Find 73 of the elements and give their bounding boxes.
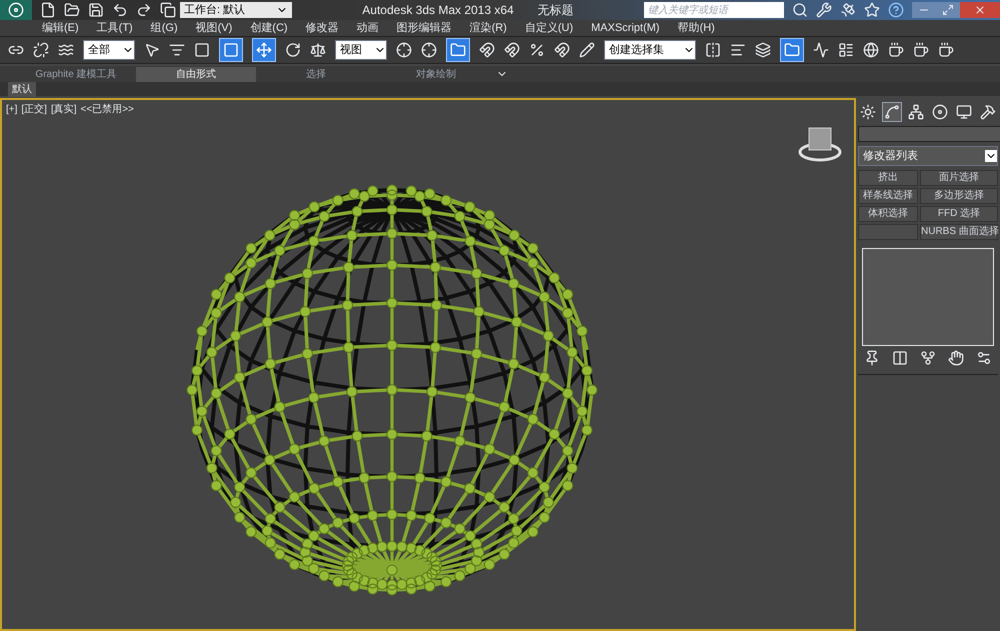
ribbon-panel-tab[interactable]: 默认 [8,82,36,96]
selection-filter-dropdown[interactable]: 全部 [83,40,135,60]
app-logo-icon[interactable] [0,0,32,20]
menu-item[interactable]: 视图(V) [196,20,232,36]
modifier-button[interactable]: 多边形选择 [920,188,998,204]
menu-item[interactable]: 修改器 [306,20,339,36]
window-title: Autodesk 3ds Max 2013 x64 [362,2,514,19]
rectangle-selection-icon[interactable] [194,42,210,58]
modifier-button[interactable]: 面片选择 [920,170,998,186]
waves-icon[interactable] [58,42,74,58]
ribbon-tab[interactable]: 对象绘制 [376,66,496,82]
ribbon-tab[interactable]: 自由形式 [136,66,256,82]
pin-icon[interactable] [864,350,880,366]
copy-icon[interactable] [160,2,176,18]
unlink-icon[interactable] [33,42,49,58]
star-icon[interactable] [864,2,880,18]
viewport-label[interactable]: [真实] [50,102,77,117]
move-icon[interactable] [252,38,276,62]
menu-item[interactable]: 编辑(E) [42,20,79,36]
folder-icon[interactable] [64,2,80,18]
modifier-stack-list[interactable] [862,248,994,346]
configure-icon[interactable] [976,350,992,366]
command-panel-tab[interactable] [906,102,926,122]
layers-icon[interactable] [755,42,771,58]
menu-item[interactable]: 工具(T) [96,20,133,36]
reference-coordinate-dropdown[interactable]: 视图 [335,40,387,60]
command-panel-tab[interactable] [930,102,950,122]
undo-icon[interactable] [112,2,128,18]
menu-item[interactable]: 动画 [356,20,379,36]
command-panel-tab[interactable] [858,102,878,122]
search-field[interactable]: 键入关键字或短语 [644,2,784,18]
snap-icon[interactable] [479,42,495,58]
viewport-label[interactable]: [+] [6,102,18,117]
workspace-dropdown[interactable]: 工作台: 默认 [180,2,292,18]
viewport-label[interactable]: <<已禁用>> [80,102,134,117]
menu-item[interactable]: 创建(C) [250,20,288,36]
wrench-icon[interactable] [816,2,832,18]
satellite-icon[interactable] [840,2,856,18]
named-selection-dropdown[interactable]: 创建选择集 [604,40,696,60]
viewport-label[interactable]: [正交] [21,102,47,117]
mirror-icon[interactable] [705,42,721,58]
viewcube-icon[interactable] [798,128,842,162]
menu-item[interactable]: 渲染(R) [470,20,507,36]
modifier-button[interactable]: 挤出 [858,170,918,186]
menu-item[interactable]: 组(G) [150,20,178,36]
document-title: 无标题 [538,2,574,19]
menu-item[interactable]: MAXScript(M) [591,20,660,36]
menu-item[interactable]: 自定义(U) [524,20,574,36]
modifier-button[interactable]: FFD 选择 [920,206,998,222]
modifier-list-dropdown[interactable]: 修改器列表 [858,146,998,166]
rotate-icon[interactable] [285,42,301,58]
command-panel-tab[interactable] [882,102,902,122]
angle-snap-icon[interactable] [504,42,520,58]
maximize-button[interactable] [936,2,960,18]
select-object-icon[interactable] [144,42,160,58]
ribbon-tab[interactable]: Graphite 建模工具 [16,66,136,82]
modifier-button[interactable]: 样条线选择 [858,188,918,204]
menu-item[interactable]: 图形编辑器 [396,20,452,36]
viewport[interactable]: [+] [正交] [真实] <<已禁用>> [0,98,856,631]
new-file-icon[interactable] [40,2,56,18]
show-end-result-icon[interactable] [892,350,908,366]
close-button[interactable] [960,2,1000,18]
percent-snap-icon[interactable] [529,42,545,58]
redo-icon[interactable] [136,2,152,18]
dropdown-caret-icon[interactable] [985,150,997,162]
help-icon[interactable] [888,2,904,18]
ribbon-tab[interactable]: 选择 [256,66,376,82]
align-icon[interactable] [730,42,746,58]
save-icon[interactable] [88,2,104,18]
modifier-button[interactable]: NURBS 曲面选择 [920,224,998,240]
menu-item[interactable]: 帮助(H) [678,20,715,36]
modifier-button[interactable]: 体积选择 [858,206,918,222]
scale-icon[interactable] [310,42,326,58]
